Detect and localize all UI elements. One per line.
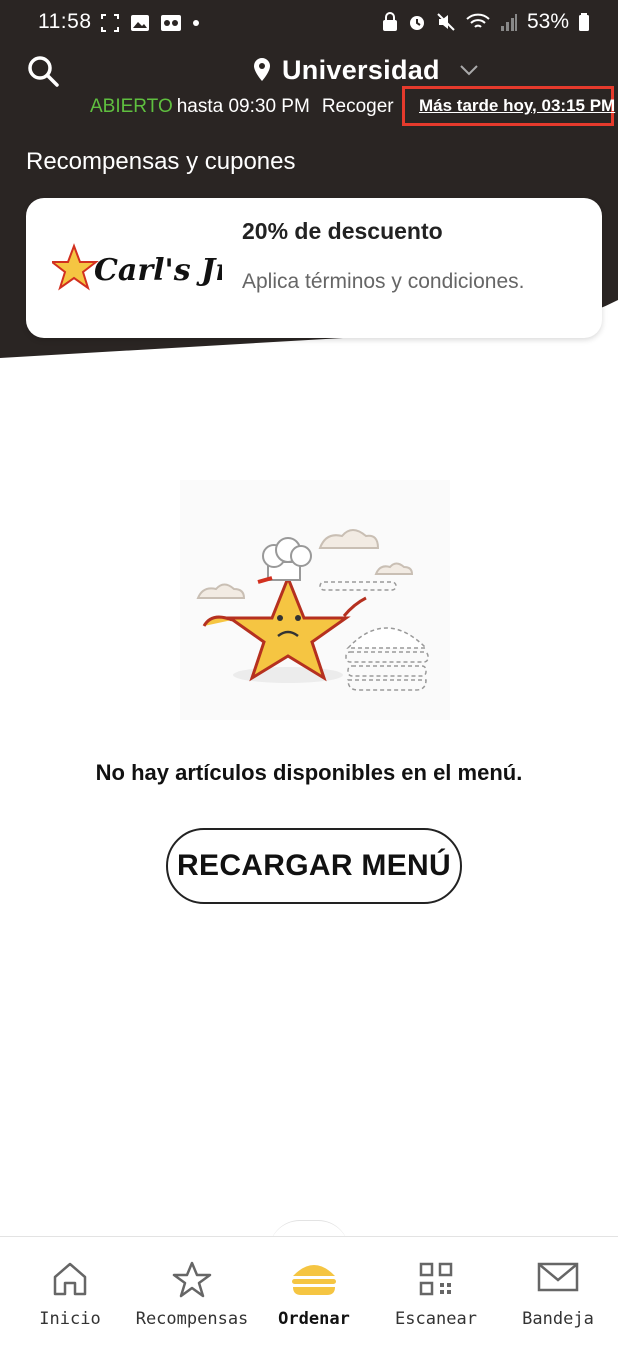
qr-icon [419, 1262, 453, 1296]
battery-percent: 53% [526, 10, 569, 33]
voicemail-icon [161, 15, 181, 31]
nav-label-escanear: Escanear [395, 1309, 477, 1329]
nav-item-bandeja[interactable]: Bandeja [498, 1237, 618, 1345]
location-pin-icon [254, 58, 270, 81]
burger-icon [292, 1265, 336, 1295]
svg-text:Carl's Jr.: Carl's Jr. [94, 253, 222, 288]
star-icon [172, 1261, 212, 1298]
nav-label-inicio: Inicio [39, 1309, 101, 1329]
screenshot-icon [101, 14, 119, 32]
open-status: ABIERTO [90, 96, 173, 117]
search-button[interactable] [26, 54, 60, 88]
empty-menu-illustration [180, 480, 450, 720]
coupon-title: 20% de descuento [242, 218, 443, 244]
lock-icon [382, 12, 397, 31]
nav-item-escanear[interactable]: Escanear [376, 1237, 496, 1345]
mail-icon [537, 1262, 579, 1292]
carls-jr-logo: Carl's Jr. [52, 243, 222, 291]
signal-icon [500, 14, 517, 31]
app-header: Universidad [0, 50, 618, 90]
nav-label-bandeja: Bandeja [522, 1309, 594, 1329]
pickup-time-selector[interactable]: Más tarde hoy, 03:15 PM [402, 86, 616, 126]
status-notification-icons [100, 13, 200, 33]
status-system-icons: 53% [382, 10, 590, 34]
coupon-card[interactable]: Carl's Jr. 20% de descuento Aplica térmi… [26, 198, 602, 338]
closing-hours: hasta 09:30 PM [176, 96, 310, 117]
pickup-time: Más tarde hoy, 03:15 PM [419, 96, 616, 115]
status-time: 11:58 [38, 10, 92, 33]
rewards-section-title: Recompensas y cupones [26, 148, 296, 175]
bottom-navigation: Inicio Recompensas Ordenar Escanear Band… [0, 1236, 618, 1345]
mute-icon [437, 13, 455, 31]
search-icon [28, 56, 59, 87]
pickup-label: Recoger [321, 96, 394, 117]
nav-item-ordenar[interactable]: Ordenar [254, 1237, 374, 1345]
status-bar: 11:58 53% [0, 0, 618, 46]
nav-label-ordenar: Ordenar [278, 1309, 350, 1329]
empty-menu-message: No hay artículos disponibles en el menú. [95, 760, 523, 785]
home-icon [53, 1262, 87, 1296]
reload-menu-label: RECARGAR MENÚ [177, 849, 451, 882]
battery-icon [579, 13, 589, 31]
nav-label-recompensas: Recompensas [135, 1309, 249, 1329]
gallery-icon [131, 15, 149, 31]
store-hours: ABIERTO hasta 09:30 PM Recoger [90, 94, 394, 120]
coupon-terms: Aplica términos y condiciones. [242, 270, 525, 293]
reload-menu-button[interactable]: RECARGAR MENÚ [166, 828, 462, 904]
wifi-icon [466, 13, 490, 28]
nav-item-inicio[interactable]: Inicio [10, 1237, 130, 1345]
dot-icon [193, 20, 199, 26]
location-name: Universidad [282, 54, 440, 85]
location-selector[interactable]: Universidad [252, 50, 480, 90]
nav-item-recompensas[interactable]: Recompensas [132, 1237, 252, 1345]
chevron-down-icon [460, 65, 478, 76]
alarm-icon [409, 16, 424, 30]
